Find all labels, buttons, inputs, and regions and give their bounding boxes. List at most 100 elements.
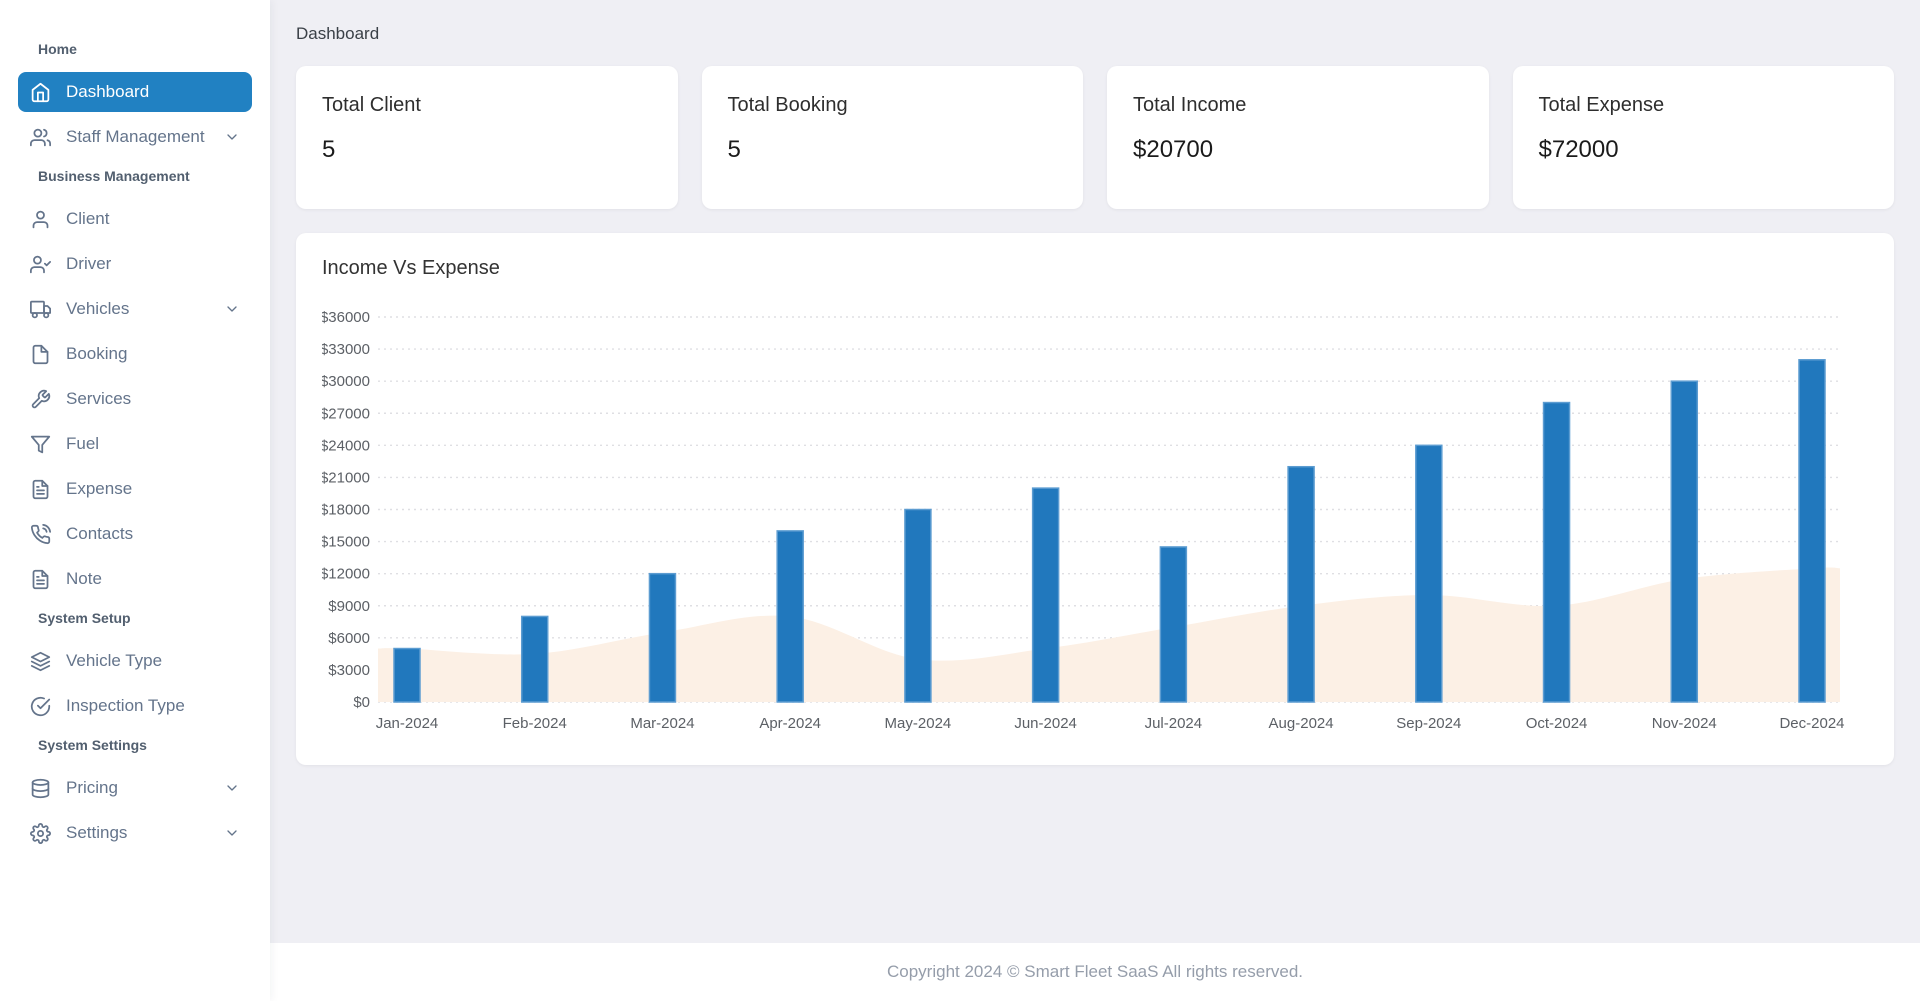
income-bar-May-2024 [905,510,931,703]
sidebar-item-vehicles[interactable]: Vehicles [18,289,252,329]
stats-row: Total Client 5 Total Booking 5 Total Income $… [296,66,1894,209]
sidebar-item-label: Contacts [66,524,133,544]
sidebar-item-label: Vehicle Type [66,651,162,671]
x-tick-label: Nov-2024 [1652,715,1717,732]
footer: Copyright 2024 © Smart Fleet SaaS All ri… [270,943,1920,1001]
x-tick-label: Jan-2024 [376,715,439,732]
y-tick-label: $6000 [328,630,370,647]
home-icon [30,82,51,103]
content: Dashboard Total Client5Total Booking5Tot… [270,0,1920,943]
sidebar-item-label: Staff Management [66,127,205,147]
filter-icon [30,434,51,455]
y-tick-label: $21000 [322,469,370,486]
chart-plot-area: $0$3000$6000$9000$12000$15000$18000$2100… [322,288,1868,754]
database-icon [30,778,51,799]
sidebar-item-label: Vehicles [66,299,129,319]
sidebar-item-staff-management[interactable]: Staff Management [18,117,252,157]
sidebar-item-note[interactable]: Note [18,559,252,599]
stat-value: 5 [728,136,1058,164]
y-tick-label: $0 [353,694,370,711]
copyright-text: Copyright 2024 © Smart Fleet SaaS All ri… [887,962,1303,982]
income-bar-Dec-2024 [1799,360,1825,702]
stat-value: 5 [322,136,652,164]
sidebar-item-label: Dashboard [66,82,149,102]
settings-icon [30,823,51,844]
stat-card-total-expense: Total Expense$72000 [1513,66,1895,209]
expense-area [378,568,1840,702]
x-tick-label: Apr-2024 [759,715,821,732]
y-tick-label: $33000 [322,341,370,358]
sidebar-item-dashboard[interactable]: Dashboard [18,72,252,112]
chevron-down-icon [224,301,240,317]
page-title: Dashboard [296,24,1894,44]
income-bar-Jan-2024 [394,649,420,702]
sidebar-item-label: Driver [66,254,111,274]
chevron-down-icon [224,780,240,796]
sidebar-item-label: Note [66,569,102,589]
chart-svg: $0$3000$6000$9000$12000$15000$18000$2100… [322,288,1868,754]
y-tick-label: $27000 [322,405,370,422]
income-bar-Jul-2024 [1160,547,1186,702]
tool-icon [30,389,51,410]
chevron-down-icon [224,825,240,841]
file-icon [30,344,51,365]
users-icon [30,127,51,148]
truck-icon [30,299,51,320]
sidebar-item-label: Pricing [66,778,118,798]
sidebar-item-settings[interactable]: Settings [18,813,252,853]
layers-icon [30,651,51,672]
stat-card-total-booking: Total Booking 5 [702,66,1084,209]
stat-value: $72000 [1539,136,1869,164]
sidebar-item-inspection-type[interactable]: Inspection Type [18,686,252,726]
sidebar-item-label: Booking [66,344,127,364]
chevron-down-icon [224,129,240,145]
sidebar: HomeDashboardStaff ManagementBusiness Ma… [0,0,270,1001]
x-tick-label: Jun-2024 [1014,715,1077,732]
section-label-business-management: Business Management [0,167,270,185]
x-tick-label: Dec-2024 [1779,715,1844,732]
sidebar-item-client[interactable]: Client [18,199,252,239]
sidebar-item-vehicle-type[interactable]: Vehicle Type [18,641,252,681]
y-tick-label: $30000 [322,373,370,390]
y-tick-label: $9000 [328,598,370,615]
income-bar-Jun-2024 [1033,488,1059,702]
x-tick-label: Feb-2024 [503,715,567,732]
phone-call-icon [30,524,51,545]
sidebar-item-driver[interactable]: Driver [18,244,252,284]
stat-label: Total Client [322,94,652,117]
stat-value: $20700 [1133,136,1463,164]
main-area: Dashboard Total Client5Total Booking5Tot… [270,0,1920,1001]
sidebar-item-services[interactable]: Services [18,379,252,419]
sidebar-item-label: Client [66,209,109,229]
income-bar-Apr-2024 [777,531,803,702]
check-circle-icon [30,696,51,717]
sidebar-item-pricing[interactable]: Pricing [18,768,252,808]
income-bar-Mar-2024 [649,574,675,702]
stat-card-total-income: Total Income $20700 [1107,66,1489,209]
sidebar-item-booking[interactable]: Booking [18,334,252,374]
sidebar-item-expense[interactable]: Expense [18,469,252,509]
sidebar-item-contacts[interactable]: Contacts [18,514,252,554]
income-bar-Nov-2024 [1671,381,1697,702]
chart-title: Income Vs Expense [322,257,1868,280]
sidebar-item-label: Fuel [66,434,99,454]
income-bar-Aug-2024 [1288,467,1314,702]
stat-label: Total Income [1133,94,1463,117]
x-tick-label: Sep-2024 [1396,715,1461,732]
sidebar-item-label: Settings [66,823,127,843]
stat-label: Total Booking [728,94,1058,117]
x-tick-label: Mar-2024 [630,715,694,732]
income-vs-expense-chart-card: Income Vs Expense $0 $3000 $6000 $9000 $1200… [296,233,1894,765]
user-check-icon [30,254,51,275]
sidebar-item-fuel[interactable]: Fuel [18,424,252,464]
y-tick-label: $15000 [322,534,370,551]
y-tick-label: $36000 [322,309,370,326]
y-tick-label: $3000 [328,662,370,679]
file-text-icon [30,479,51,500]
file-text-icon [30,569,51,590]
y-tick-label: $12000 [322,566,370,583]
section-label-system-setup: System Setup [0,609,270,627]
x-tick-label: Oct-2024 [1526,715,1588,732]
x-tick-label: Aug-2024 [1269,715,1334,732]
section-label-system-settings: System Settings [0,736,270,754]
